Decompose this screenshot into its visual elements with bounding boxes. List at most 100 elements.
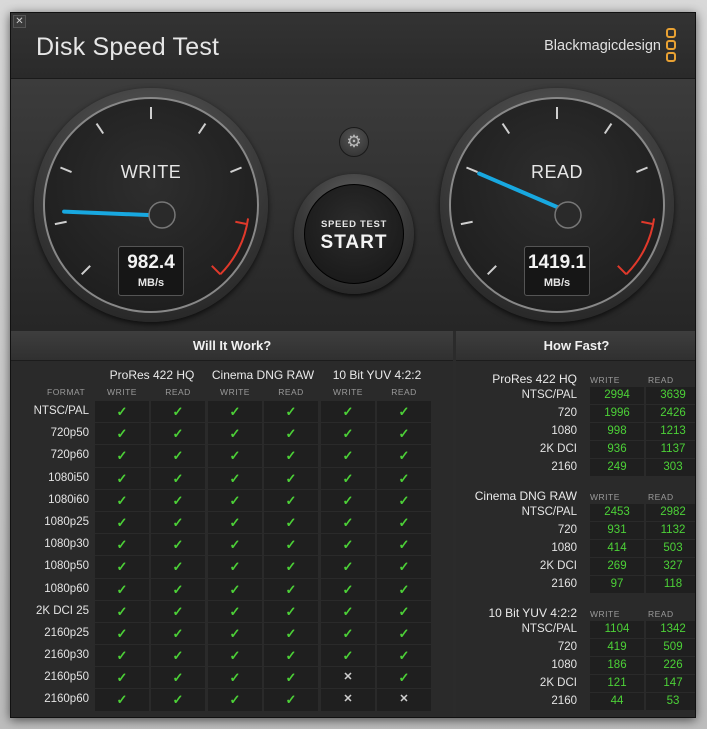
read-speed-unit: MB/s (543, 277, 571, 289)
title-bar: Disk Speed Test Blackmagicdesign (11, 13, 695, 79)
checkmark-icon: ✓ (377, 401, 431, 423)
checkmark-icon: ✓ (264, 423, 318, 445)
table-row: 720 419 509 (456, 639, 695, 657)
table-row: NTSC/PAL ✓ ✓ ✓ ✓ ✓ ✓ (11, 401, 453, 423)
checkmark-icon: ✓ (264, 556, 318, 578)
checkmark-icon: ✓ (264, 600, 318, 622)
gauge-tick (460, 220, 473, 226)
gauge-area: WRITE 982.4 MB/s ⚙ SPEED TEST START READ… (11, 79, 695, 331)
checkmark-icon: ✓ (264, 578, 318, 600)
checkmark-icon: ✓ (264, 667, 318, 689)
checkmark-icon: ✓ (321, 511, 375, 534)
ww-prores-read-header: READ (165, 387, 191, 397)
checkmark-icon: ✓ (208, 578, 262, 600)
format-label: 2160p50 (44, 671, 89, 684)
brand-name: Blackmagicdesign (544, 38, 661, 54)
table-row: NTSC/PAL 2994 3639 (456, 387, 695, 405)
close-button[interactable]: ✕ (13, 15, 26, 28)
gauge-redline (625, 218, 656, 276)
read-fps-value: 1342 (646, 621, 695, 638)
checkmark-icon: ✓ (151, 401, 205, 423)
checkmark-icon: ✓ (151, 578, 205, 600)
checkmark-icon: ✓ (95, 489, 149, 511)
how-fast-read-header: READ (648, 375, 674, 385)
how-fast-read-header: READ (648, 609, 674, 619)
gear-icon: ⚙ (346, 132, 362, 151)
format-label: 2K DCI (539, 560, 577, 572)
checkmark-icon: ✓ (321, 423, 375, 445)
ww-yuv-write-header: WRITE (333, 387, 363, 397)
format-label: 720p60 (50, 449, 89, 462)
read-fps-value: 303 (646, 459, 695, 476)
format-label: 1080i50 (48, 471, 89, 484)
checkmark-icon: ✓ (95, 578, 149, 600)
table-row: 2160 249 303 (456, 459, 695, 477)
table-row: 1080i60 ✓ ✓ ✓ ✓ ✓ ✓ (11, 489, 453, 512)
write-gauge: WRITE 982.4 MB/s (34, 88, 268, 322)
how-fast-group-title: ProRes 422 HQ (492, 372, 577, 386)
table-row: 720 1996 2426 (456, 405, 695, 423)
checkmark-icon: ✓ (95, 689, 149, 711)
ww-yuv-read-header: READ (391, 387, 417, 397)
format-label: 2K DCI 25 (35, 604, 89, 617)
format-label: 720 (557, 524, 577, 536)
gauge-tick (95, 122, 105, 135)
checkmark-icon: ✓ (208, 622, 262, 645)
write-speed-value: 982.4 (127, 252, 175, 273)
read-fps-value: 118 (646, 576, 695, 593)
read-fps-value: 53 (646, 693, 695, 710)
write-fps-value: 249 (590, 459, 644, 476)
format-label: 720 (557, 407, 577, 419)
table-row: 1080p25 ✓ ✓ ✓ ✓ ✓ ✓ (11, 511, 453, 534)
checkmark-icon: ✓ (208, 600, 262, 622)
format-label: NTSC/PAL (521, 506, 577, 518)
will-it-work-title: Will It Work? (11, 331, 453, 361)
read-fps-value: 1213 (646, 423, 695, 440)
write-fps-value: 121 (590, 675, 644, 692)
checkmark-icon: ✓ (151, 600, 205, 622)
format-label: NTSC/PAL (521, 623, 577, 635)
format-label: 2160 (551, 695, 577, 707)
format-label: 720p50 (50, 427, 89, 440)
read-gauge: READ 1419.1 MB/s (440, 88, 674, 322)
write-fps-value: 1996 (590, 405, 644, 422)
checkmark-icon: ✓ (208, 556, 262, 578)
gauge-tick (197, 122, 207, 135)
format-label: 2160 (551, 461, 577, 473)
gauge-tick (235, 220, 248, 226)
read-fps-value: 327 (646, 558, 695, 575)
format-label: 2160p25 (44, 626, 89, 639)
format-label: 720 (557, 641, 577, 653)
table-row: 2160p25 ✓ ✓ ✓ ✓ ✓ ✓ (11, 622, 453, 645)
write-fps-value: 936 (590, 441, 644, 458)
settings-button[interactable]: ⚙ (339, 127, 369, 157)
checkmark-icon: ✓ (208, 645, 262, 667)
table-row: 720 931 1132 (456, 522, 695, 540)
checkmark-icon: ✓ (151, 445, 205, 467)
checkmark-icon: ✓ (321, 467, 375, 489)
app-title: Disk Speed Test (36, 33, 220, 61)
checkmark-icon: ✓ (151, 534, 205, 556)
format-label: NTSC/PAL (33, 405, 89, 417)
format-label: 2K DCI (539, 443, 577, 455)
read-fps-value: 503 (646, 540, 695, 557)
start-button[interactable]: SPEED TEST START (294, 174, 414, 294)
format-label: 1080 (551, 425, 577, 437)
checkmark-icon: ✓ (95, 423, 149, 445)
checkmark-icon: ✓ (377, 578, 431, 600)
read-readout: 1419.1 MB/s (524, 246, 590, 296)
read-fps-value: 147 (646, 675, 695, 692)
gauge-tick (80, 265, 91, 276)
read-fps-value: 1137 (646, 441, 695, 458)
table-row: 720p50 ✓ ✓ ✓ ✓ ✓ ✓ (11, 423, 453, 445)
checkmark-icon: ✓ (321, 556, 375, 578)
ww-group-cinemadng: Cinema DNG RAW (211, 368, 315, 382)
start-button-label: START (320, 232, 388, 253)
checkmark-icon: ✓ (208, 423, 262, 445)
checkmark-icon: ✓ (95, 645, 149, 667)
how-fast-write-header: WRITE (590, 492, 620, 502)
checkmark-icon: ✓ (151, 689, 205, 711)
how-fast-table: ProRes 422 HQ WRITE READ NTSC/PAL 2994 3639 72… (456, 361, 695, 711)
checkmark-icon: ✓ (264, 401, 318, 423)
format-label: NTSC/PAL (521, 389, 577, 401)
